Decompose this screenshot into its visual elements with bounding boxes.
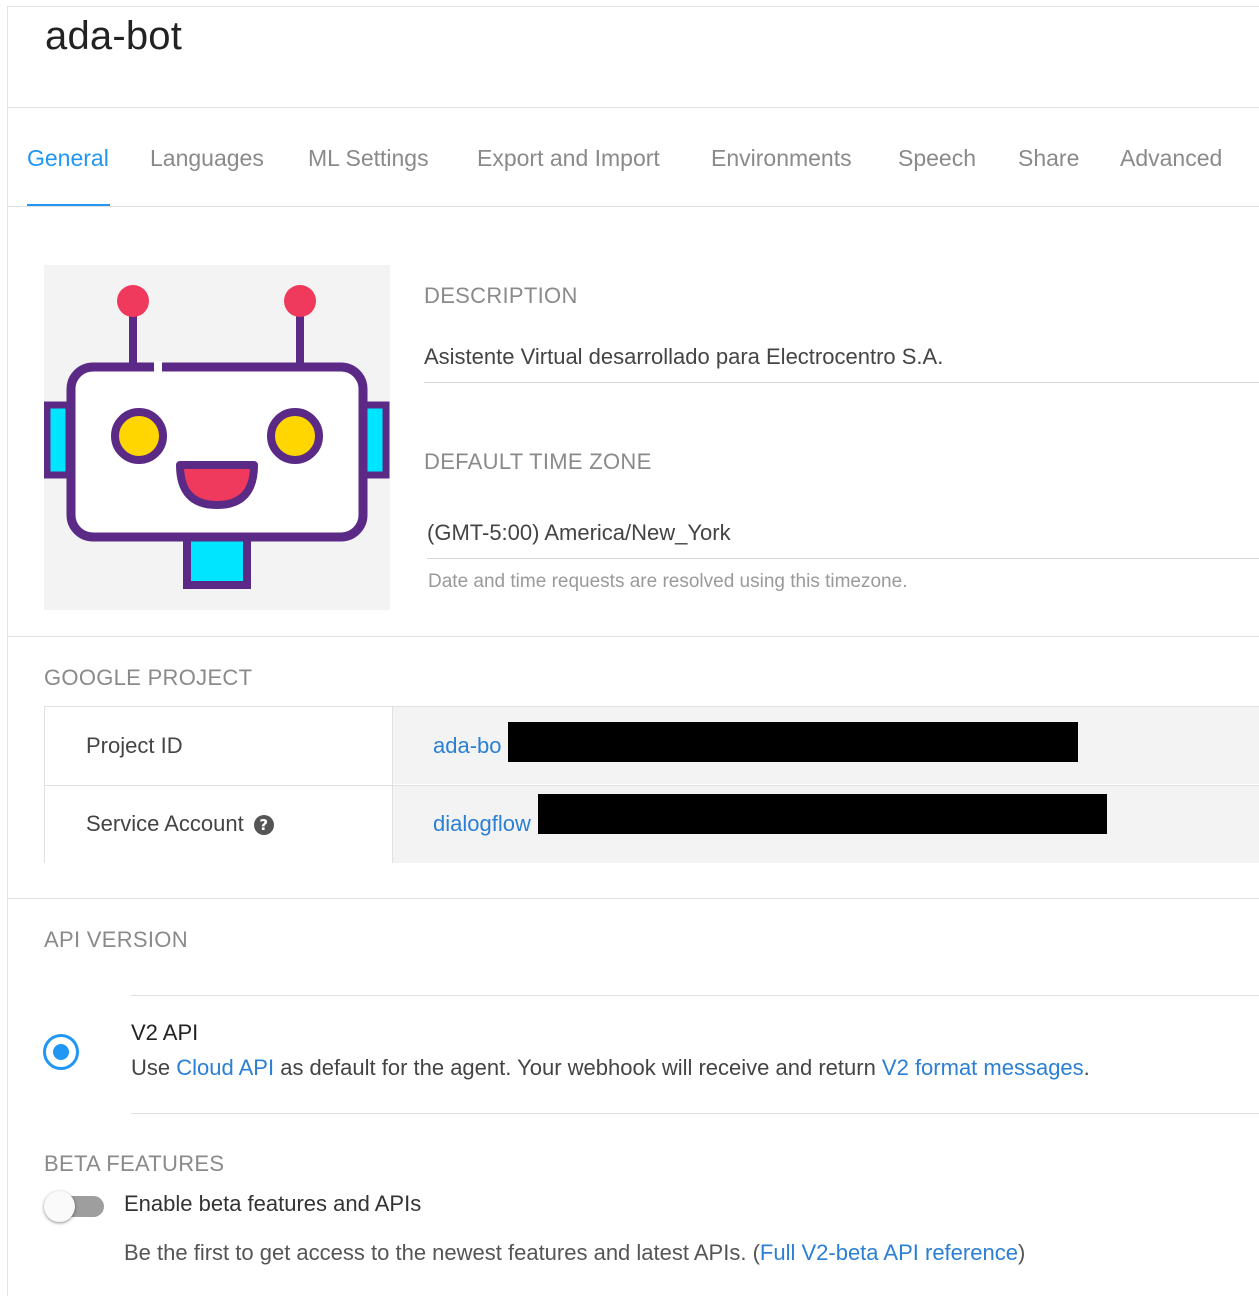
tab-general[interactable]: General: [27, 145, 109, 172]
v2-beta-reference-link[interactable]: Full V2-beta API reference: [760, 1240, 1018, 1265]
table-divider: [45, 785, 1259, 786]
header-divider: [8, 107, 1259, 108]
v2-api-description: Use Cloud API as default for the agent. …: [131, 1055, 1090, 1081]
service-account-label: Service Account: [86, 811, 244, 836]
v2-desc-middle: as default for the agent. Your webhook w…: [274, 1055, 882, 1080]
tab-ml-settings[interactable]: ML Settings: [308, 145, 429, 172]
tab-speech[interactable]: Speech: [898, 145, 976, 172]
api-option-bottom-divider: [131, 1113, 1259, 1114]
radio-selected-dot: [53, 1044, 69, 1060]
beta-description: Be the first to get access to the newest…: [124, 1240, 1025, 1266]
redaction-bar: [508, 722, 1078, 762]
cloud-api-link[interactable]: Cloud API: [176, 1055, 274, 1080]
redaction-bar: [538, 794, 1107, 834]
v2-desc-suffix: .: [1083, 1055, 1090, 1080]
timezone-select[interactable]: (GMT-5:00) America/New_York: [427, 520, 731, 546]
description-label: DESCRIPTION: [424, 283, 578, 308]
tab-share[interactable]: Share: [1018, 145, 1079, 172]
tabs-divider: [8, 206, 1259, 207]
agent-settings-panel: [7, 6, 1259, 1296]
beta-desc-prefix: Be the first to get access to the newest…: [124, 1240, 760, 1265]
v2-desc-prefix: Use: [131, 1055, 177, 1080]
toggle-knob: [44, 1191, 75, 1222]
service-account-link[interactable]: dialogflow: [433, 811, 531, 837]
timezone-label: DEFAULT TIME ZONE: [424, 449, 652, 474]
api-option-top-divider: [131, 995, 1259, 996]
beta-features-toggle[interactable]: [44, 1191, 106, 1222]
robot-avatar-icon: [43, 285, 390, 589]
agent-avatar[interactable]: [43, 265, 390, 610]
v2-api-title: V2 API: [131, 1020, 199, 1045]
section-divider: [8, 636, 1259, 637]
google-project-label: GOOGLE PROJECT: [44, 665, 253, 690]
v2-api-radio[interactable]: [43, 1034, 79, 1070]
service-account-label-wrap: Service Account?: [86, 811, 274, 837]
section-divider: [8, 898, 1259, 899]
tab-advanced[interactable]: Advanced: [1120, 145, 1222, 172]
tab-export-import[interactable]: Export and Import: [477, 145, 660, 172]
beta-toggle-label: Enable beta features and APIs: [124, 1191, 422, 1216]
description-underline: [424, 382, 1259, 383]
agent-title: ada-bot: [45, 14, 183, 58]
description-field[interactable]: Asistente Virtual desarrollado para Elec…: [424, 344, 943, 370]
project-id-link[interactable]: ada-bo: [433, 733, 502, 759]
tab-environments[interactable]: Environments: [711, 145, 852, 172]
project-id-label: Project ID: [86, 733, 183, 758]
v2-format-messages-link[interactable]: V2 format messages: [882, 1055, 1084, 1080]
timezone-hint: Date and time requests are resolved usin…: [428, 571, 908, 592]
beta-features-label: BETA FEATURES: [44, 1151, 225, 1176]
timezone-underline: [427, 558, 1259, 559]
api-version-label: API VERSION: [44, 927, 188, 952]
beta-desc-suffix: ): [1017, 1240, 1026, 1265]
help-circle-icon[interactable]: ?: [253, 815, 274, 835]
tab-languages[interactable]: Languages: [150, 145, 264, 172]
